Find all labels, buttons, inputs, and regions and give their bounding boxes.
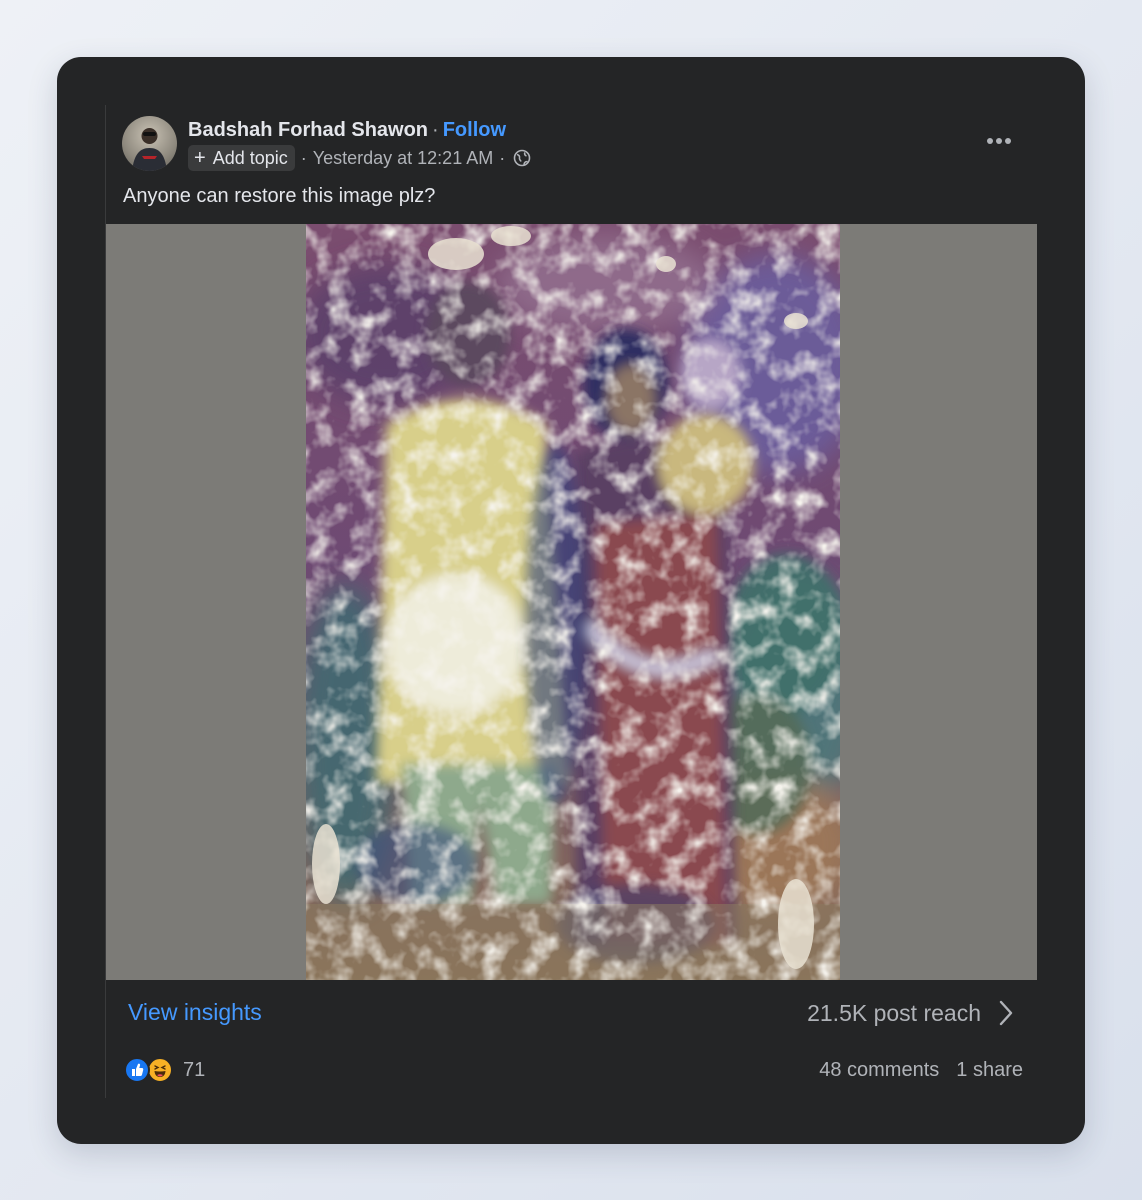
globe-icon[interactable] <box>513 149 531 167</box>
add-topic-label: Add topic <box>212 147 288 168</box>
post-meta: + Add topic · Yesterday at 12:21 AM · <box>188 145 531 171</box>
post-timestamp[interactable]: Yesterday at 12:21 AM <box>313 148 493 169</box>
author-line: Badshah Forhad Shawon · Follow <box>188 117 506 143</box>
view-insights-link[interactable]: View insights <box>128 999 262 1026</box>
post-caption: Anyone can restore this image plz? <box>123 185 436 207</box>
author-name[interactable]: Badshah Forhad Shawon <box>188 119 428 141</box>
follow-button[interactable]: Follow <box>443 119 506 141</box>
post-media[interactable] <box>106 224 1037 980</box>
more-options-button[interactable] <box>979 127 1019 155</box>
author-avatar[interactable] <box>122 116 177 171</box>
reaction-icons <box>124 1057 176 1083</box>
plus-icon: + <box>194 147 206 169</box>
haha-icon <box>147 1057 173 1083</box>
add-topic-button[interactable]: + Add topic <box>188 145 295 171</box>
chevron-right-icon <box>999 1000 1013 1026</box>
post-reach-label: 21.5K post reach <box>807 999 981 1026</box>
post-card: Badshah Forhad Shawon · Follow + Add topic… <box>57 57 1085 1144</box>
reactions-summary[interactable]: 71 <box>124 1057 205 1083</box>
separator-dot: · <box>432 119 439 141</box>
shares-count-link[interactable]: 1 share <box>956 1059 1023 1082</box>
like-icon <box>124 1057 150 1083</box>
engagement-stats: 48 comments 1 share <box>819 1059 1023 1082</box>
separator-dot: · <box>499 147 506 168</box>
separator-dot: · <box>300 147 307 168</box>
reaction-count: 71 <box>183 1058 206 1081</box>
comments-count-link[interactable]: 48 comments <box>819 1059 939 1082</box>
damaged-family-photo <box>306 224 840 980</box>
post-reach-link[interactable]: 21.5K post reach <box>807 999 1015 1027</box>
more-horizontal-icon <box>987 138 1011 144</box>
